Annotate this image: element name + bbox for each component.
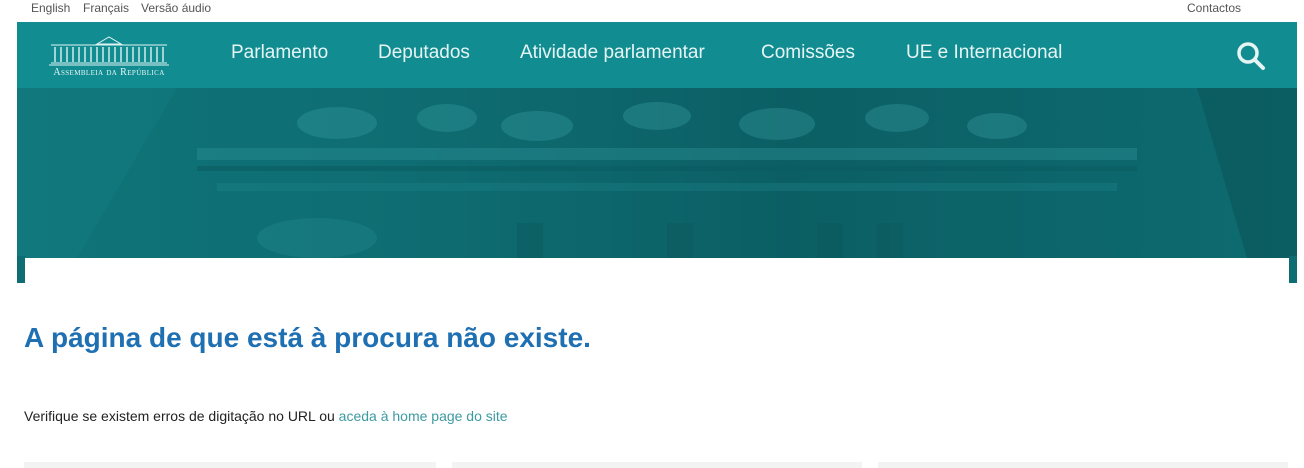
parliament-logo[interactable]: Assembleia da República [45, 34, 173, 80]
page-title: A página de que está à procura não exist… [24, 322, 591, 353]
contacts-link[interactable]: Contactos [1187, 1, 1241, 15]
audio-version-link[interactable]: Versão áudio [141, 1, 211, 15]
language-english-link[interactable]: English [31, 1, 70, 15]
card-3 [878, 462, 1288, 468]
home-page-link[interactable]: aceda à home page do site [339, 408, 508, 424]
nav-comissoes[interactable]: Comissões [761, 42, 855, 64]
language-french-link[interactable]: Français [83, 1, 129, 15]
hero-frame-left [17, 256, 25, 283]
nav-parlamento[interactable]: Parlamento [231, 42, 328, 64]
parliament-building-icon [49, 36, 169, 66]
card-1 [24, 462, 436, 468]
top-utility-bar: English Français Versão áudio Contactos [0, 0, 1304, 22]
error-message-text: Verifique se existem erros de digitação … [24, 408, 339, 424]
card-2 [452, 462, 862, 468]
hero-frame-right [1289, 256, 1297, 283]
error-message: Verifique se existem erros de digitação … [24, 408, 508, 424]
nav-deputados[interactable]: Deputados [378, 42, 470, 64]
logo-label: Assembleia da República [53, 67, 165, 78]
cards-row [0, 462, 1304, 468]
main-header: Assembleia da República Parlamento Deput… [17, 22, 1297, 88]
hero-banner [17, 88, 1297, 258]
search-icon[interactable] [1235, 40, 1267, 72]
nav-atividade-parlamentar[interactable]: Atividade parlamentar [520, 42, 705, 64]
hero-sculpture-image [17, 88, 1297, 258]
nav-ue-internacional[interactable]: UE e Internacional [906, 42, 1062, 64]
